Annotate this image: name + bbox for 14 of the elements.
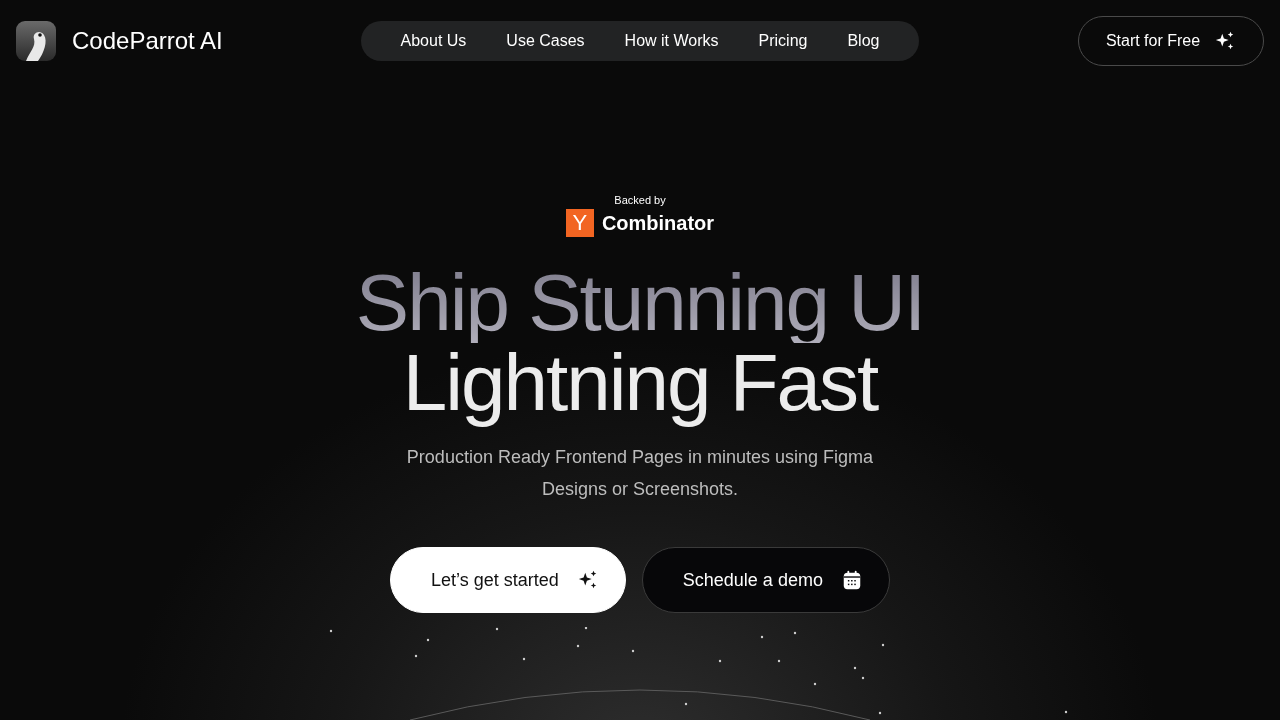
get-started-button[interactable]: Let’s get started	[390, 547, 626, 613]
nav-link[interactable]: How it Works	[604, 32, 739, 50]
parrot-logo-icon	[16, 21, 56, 61]
schedule-demo-button[interactable]: Schedule a demo	[641, 547, 890, 613]
start-free-button[interactable]: Start for Free	[1078, 16, 1264, 66]
y-logo-mark: Y	[565, 209, 594, 237]
hero-subtitle: Production Ready Frontend Pages in minutes using Figma Designs or Screenshots.	[405, 446, 875, 501]
nav-link[interactable]: Use Cases	[486, 32, 605, 50]
combinator-wordmark: Combinator	[601, 211, 715, 235]
backed-by-caption: Backed by	[614, 194, 666, 206]
nav-link[interactable]: Blog	[827, 32, 900, 50]
nav-link[interactable]: About Us	[380, 32, 487, 50]
brand-name: CodeParrot AI	[72, 27, 223, 55]
nav-link[interactable]: Pricing	[738, 32, 828, 50]
